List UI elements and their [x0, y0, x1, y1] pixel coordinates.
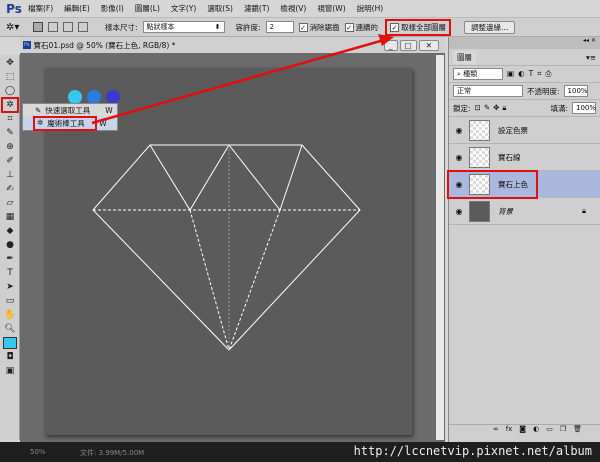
watermark: http://lccnetvip.pixnet.net/album: [353, 444, 592, 458]
fill-input[interactable]: 100%: [572, 102, 596, 114]
fx-icon[interactable]: fx: [506, 425, 513, 436]
lock-label: 鎖定:: [453, 103, 471, 113]
filter-row: ⌕ 種類 ▣◐T⌗⎙: [449, 66, 600, 83]
blend-mode-select[interactable]: 正常: [453, 85, 523, 97]
kind-value: 種類: [463, 70, 478, 78]
panel-menu-icon[interactable]: ▾≡: [586, 53, 596, 62]
lock-icon: 🔒︎: [582, 206, 586, 215]
layers-panel: ◂◂ ✕ 圖層 ▾≡ ⌕ 種類 ▣◐T⌗⎙ 正常 不透明度: 100% 鎖定: ⊡✎✥🔒︎…: [447, 37, 600, 442]
eye-icon[interactable]: ◉: [449, 180, 469, 189]
link-icon[interactable]: ∞: [493, 425, 499, 436]
layers-footer: ∞ fx ◙ ◐ ▭ ❐ 🗑︎: [449, 424, 600, 436]
eye-icon[interactable]: ◉: [449, 153, 469, 162]
blend-row: 正常 不透明度: 100%: [449, 83, 600, 100]
layer-name: 寶石線: [498, 152, 521, 162]
mask-icon[interactable]: ◙: [519, 425, 526, 436]
layer-name: 寶石上色: [498, 179, 528, 189]
layer-name: 背景: [498, 206, 513, 216]
trash-icon[interactable]: 🗑︎: [573, 425, 582, 436]
lock-row: 鎖定: ⊡✎✥🔒︎ 填滿: 100%: [449, 100, 600, 117]
document-size: 文件: 3.99M/5.00M: [80, 449, 145, 457]
panel-collapse-icon[interactable]: ◂◂ ✕: [449, 37, 600, 49]
layer-row[interactable]: ◉ 設定色票: [449, 117, 600, 144]
lock-icons[interactable]: ⊡✎✥🔒︎: [475, 103, 510, 113]
layer-thumbnail: [469, 200, 490, 222]
layer-row[interactable]: ◉ 背景 🔒︎: [449, 198, 600, 225]
eye-icon[interactable]: ◉: [449, 207, 469, 216]
filter-icons[interactable]: ▣◐T⌗⎙: [507, 69, 555, 79]
adjustment-icon[interactable]: ◐: [533, 425, 539, 436]
new-layer-icon[interactable]: ❐: [560, 425, 566, 436]
eye-icon[interactable]: ◉: [449, 126, 469, 135]
layer-row-selected[interactable]: ◉ 寶石上色: [447, 169, 600, 199]
layer-name: 設定色票: [498, 125, 528, 135]
kind-filter-select[interactable]: ⌕ 種類: [453, 68, 503, 80]
layers-tab[interactable]: 圖層: [453, 50, 476, 64]
opacity-label: 不透明度:: [527, 86, 560, 96]
layers-tab-row: 圖層 ▾≡: [449, 49, 600, 66]
opacity-input[interactable]: 100%: [563, 85, 588, 97]
zoom-level[interactable]: 50%: [30, 448, 46, 456]
layer-thumbnail: [469, 146, 490, 168]
fill-label: 填滿:: [550, 103, 568, 113]
group-icon[interactable]: ▭: [546, 425, 553, 436]
layer-row[interactable]: ◉ 寶石線: [449, 144, 600, 171]
layer-thumbnail: [469, 173, 490, 195]
layer-thumbnail: [469, 119, 490, 141]
